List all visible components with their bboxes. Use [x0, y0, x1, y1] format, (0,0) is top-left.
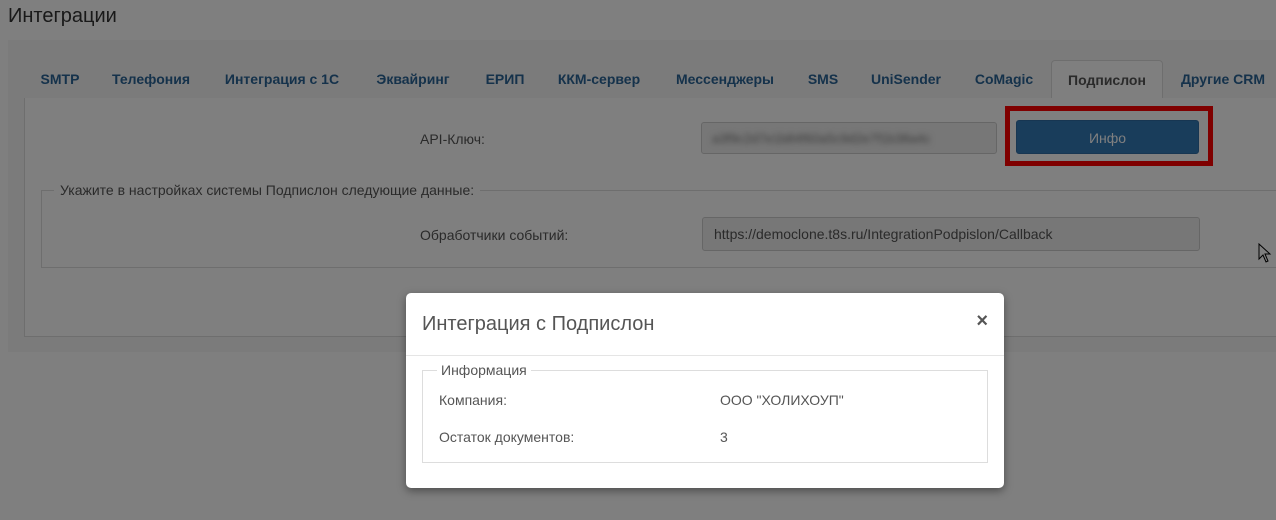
podpislon-modal: Интеграция с Подпислон × Информация Комп…	[406, 293, 1004, 488]
documents-left-value: 3	[720, 429, 728, 445]
info-fieldset: Информация Компания: ООО "ХОЛИХОУП" Оста…	[422, 362, 988, 463]
company-value: ООО "ХОЛИХОУП"	[720, 392, 844, 408]
modal-header: Интеграция с Подпислон ×	[406, 293, 1004, 356]
company-label: Компания:	[439, 392, 507, 408]
documents-left-label: Остаток документов:	[439, 429, 575, 445]
modal-title: Интеграция с Подпислон	[422, 313, 655, 335]
close-icon[interactable]: ×	[976, 311, 988, 331]
info-legend: Информация	[437, 362, 531, 378]
